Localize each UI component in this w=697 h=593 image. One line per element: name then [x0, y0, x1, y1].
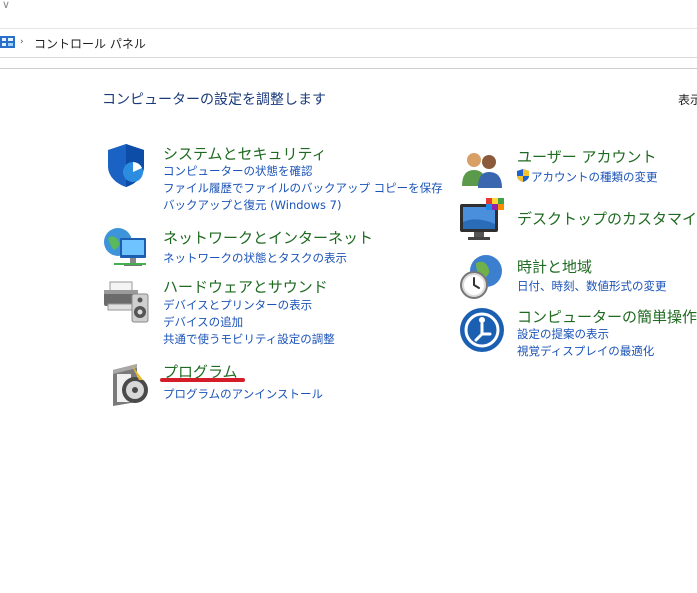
- category-title-hardware-sound[interactable]: ハードウェアとサウンド: [163, 276, 328, 297]
- red-underline-annotation: [160, 378, 245, 382]
- monitor-icon[interactable]: [458, 196, 506, 244]
- title-bar-remnant: ∨: [0, 0, 697, 29]
- page-heading: コンピューターの設定を調整します: [102, 92, 326, 108]
- link-file-history[interactable]: ファイル履歴でファイルのバックアップ コピーを保存: [163, 180, 443, 196]
- category-title-appearance[interactable]: デスクトップのカスタマイズ: [517, 208, 697, 229]
- breadcrumb-separator-icon[interactable]: ›: [20, 37, 24, 47]
- uac-shield-icon: [517, 169, 529, 182]
- link-devices-printers[interactable]: デバイスとプリンターの表示: [163, 297, 312, 313]
- divider: [0, 68, 697, 69]
- link-date-time-format[interactable]: 日付、時刻、数値形式の変更: [517, 278, 667, 294]
- link-optimize-display[interactable]: 視覚ディスプレイの最適化: [517, 343, 654, 359]
- clock-globe-icon[interactable]: [458, 253, 506, 301]
- ease-of-access-icon[interactable]: [458, 306, 506, 354]
- shield-icon[interactable]: [102, 141, 150, 189]
- control-panel-icon: [0, 36, 15, 48]
- category-title-user-accounts[interactable]: ユーザー アカウント: [517, 146, 656, 167]
- users-icon[interactable]: [458, 146, 506, 194]
- category-title-clock-region[interactable]: 時計と地域: [517, 256, 592, 277]
- view-by-label[interactable]: 表示: [678, 91, 697, 108]
- category-title-system-security[interactable]: システムとセキュリティ: [163, 143, 327, 164]
- link-backup-restore[interactable]: バックアップと復元 (Windows 7): [163, 197, 341, 213]
- link-check-status[interactable]: コンピューターの状態を確認: [163, 163, 313, 179]
- program-box-icon[interactable]: [107, 360, 155, 408]
- link-recommended-settings[interactable]: 設定の提案の表示: [517, 326, 609, 342]
- link-mobility-settings[interactable]: 共通で使うモビリティ設定の調整: [163, 331, 335, 347]
- collapse-chevron-icon[interactable]: ∨: [2, 0, 10, 11]
- link-network-status[interactable]: ネットワークの状態とタスクの表示: [163, 250, 347, 266]
- link-add-device[interactable]: デバイスの追加: [163, 314, 243, 330]
- category-title-ease-of-access[interactable]: コンピューターの簡単操作: [517, 306, 697, 327]
- link-uninstall-program[interactable]: プログラムのアンインストール: [163, 386, 323, 402]
- printer-icon[interactable]: [102, 276, 150, 324]
- link-change-account-type[interactable]: アカウントの種類の変更: [531, 169, 658, 185]
- address-bar[interactable]: › コントロール パネル: [0, 29, 697, 58]
- network-globe-icon[interactable]: [102, 224, 150, 272]
- category-title-network[interactable]: ネットワークとインターネット: [163, 227, 373, 248]
- breadcrumb-control-panel[interactable]: コントロール パネル: [34, 35, 146, 52]
